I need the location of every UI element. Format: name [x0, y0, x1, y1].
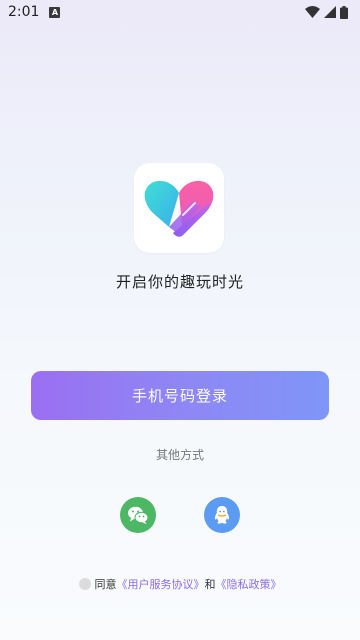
agreement-prefix: 同意 — [94, 578, 117, 591]
qq-login-button[interactable] — [204, 497, 240, 533]
privacy-policy-link[interactable]: 《隐私政策》 — [216, 576, 282, 592]
app-logo — [134, 163, 224, 253]
qq-icon — [214, 506, 230, 524]
wechat-login-button[interactable] — [120, 497, 156, 533]
signal-icon — [324, 6, 336, 18]
status-left: 2:01 A — [8, 4, 61, 20]
agreement-row: 同意 《用户服务协议》 和 《隐私政策》 — [0, 576, 360, 592]
notification-a-icon: A — [49, 6, 61, 18]
user-agreement-link[interactable]: 《用户服务协议》 — [117, 576, 205, 592]
other-methods-label: 其他方式 — [155, 448, 204, 462]
battery-icon — [340, 5, 348, 19]
tagline: 开启你的趣玩时光 — [115, 273, 244, 291]
phone-login-button[interactable]: 手机号码登录 — [31, 371, 329, 420]
agreement-checkbox[interactable] — [78, 578, 91, 590]
wechat-icon — [128, 506, 149, 524]
wifi-icon — [305, 6, 320, 18]
heart-logo-icon — [144, 180, 214, 237]
status-bar: 2:01 A — [0, 0, 360, 24]
status-time: 2:01 — [8, 4, 40, 20]
agreement-conjunction: 和 — [204, 578, 216, 591]
status-right — [305, 5, 348, 19]
